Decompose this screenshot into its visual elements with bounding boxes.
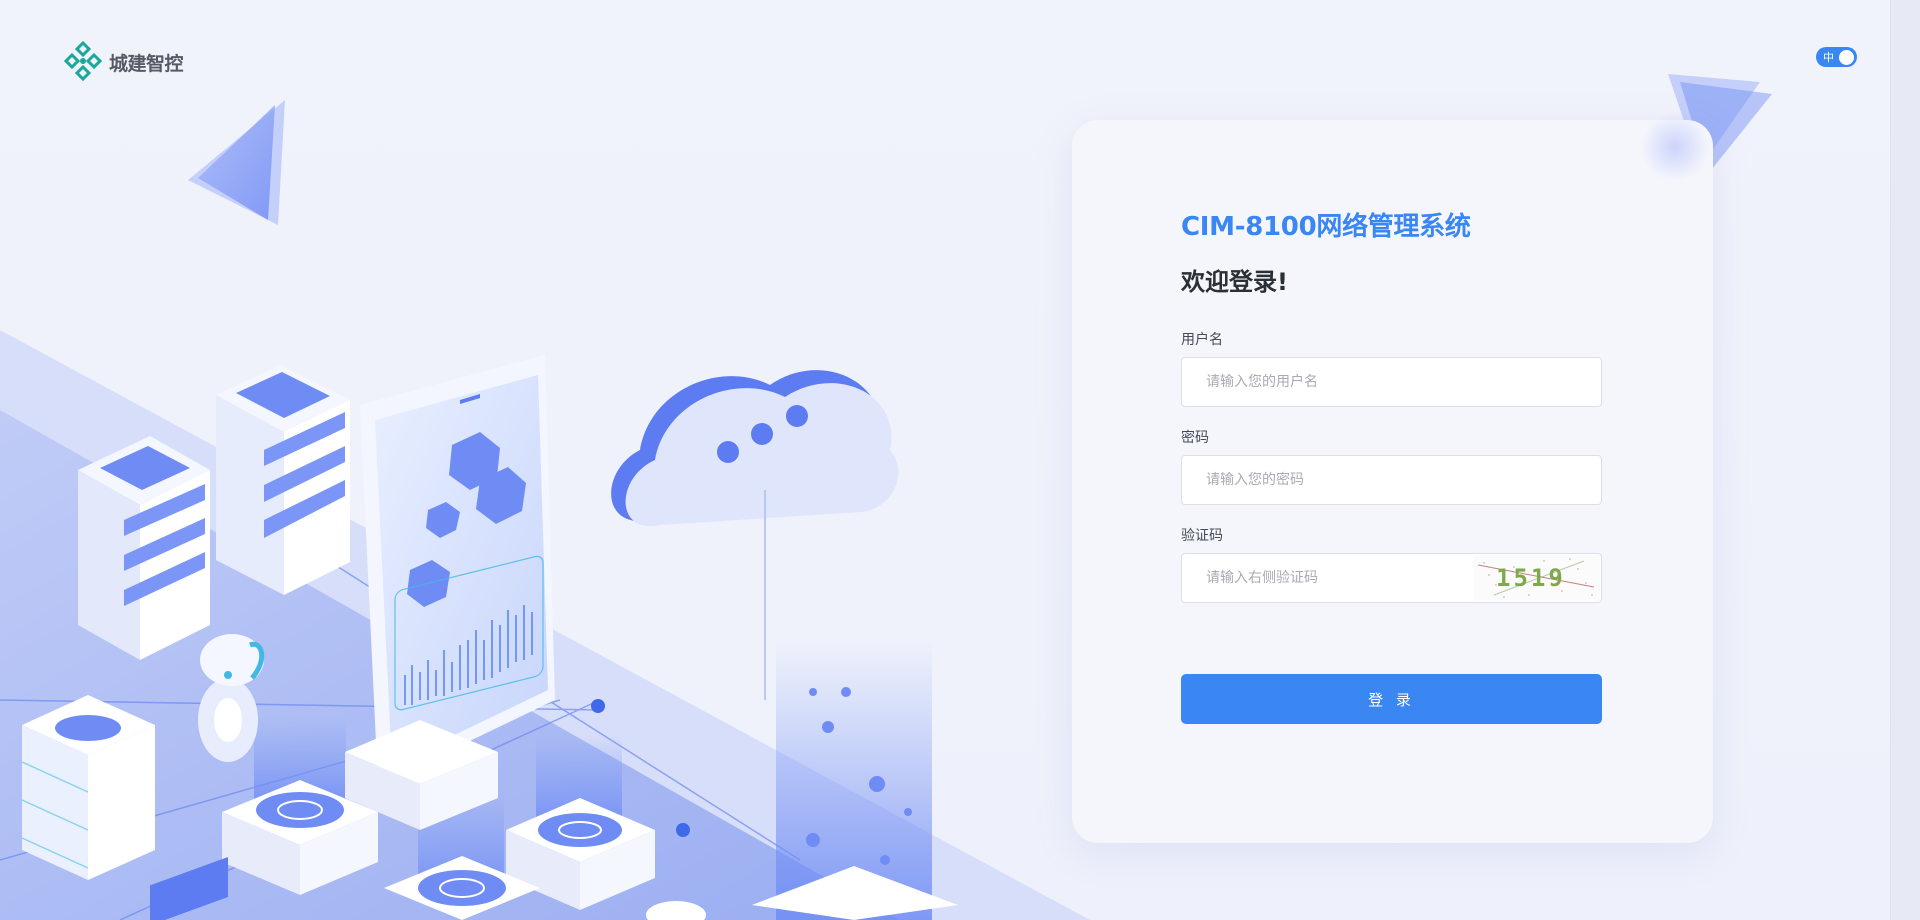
- password-label: 密码: [1181, 430, 1209, 446]
- username-field: [1181, 357, 1602, 407]
- server-tower-back: [216, 365, 350, 595]
- login-button[interactable]: 登 录: [1181, 674, 1602, 724]
- username-input[interactable]: [1182, 358, 1601, 406]
- card-glow: [1640, 112, 1710, 182]
- captcha-text: 1519: [1496, 564, 1566, 592]
- system-title: CIM-8100网络管理系统: [1181, 212, 1471, 242]
- isometric-illustration: [0, 100, 1090, 920]
- username-label: 用户名: [1181, 332, 1223, 348]
- server-tower-left: [78, 436, 210, 660]
- captcha-label: 验证码: [1181, 528, 1223, 544]
- brand-mark-icon: [63, 40, 103, 82]
- brand-logo: 城建智控: [63, 40, 184, 84]
- language-toggle[interactable]: 中: [1816, 47, 1857, 67]
- password-field: [1181, 455, 1602, 505]
- captcha-noise: 1519: [1474, 555, 1600, 601]
- language-label: 中: [1823, 51, 1834, 64]
- toggle-knob: [1839, 49, 1854, 65]
- welcome-heading: 欢迎登录!: [1181, 268, 1288, 296]
- server-small: [21, 695, 155, 880]
- captcha-image[interactable]: 1519: [1474, 555, 1600, 601]
- password-input[interactable]: [1182, 456, 1601, 504]
- page-right-edge: [1890, 0, 1920, 920]
- captcha-field: 1519: [1181, 553, 1602, 603]
- triangle-decoration: [188, 100, 285, 225]
- brand-name: 城建智控: [109, 52, 184, 75]
